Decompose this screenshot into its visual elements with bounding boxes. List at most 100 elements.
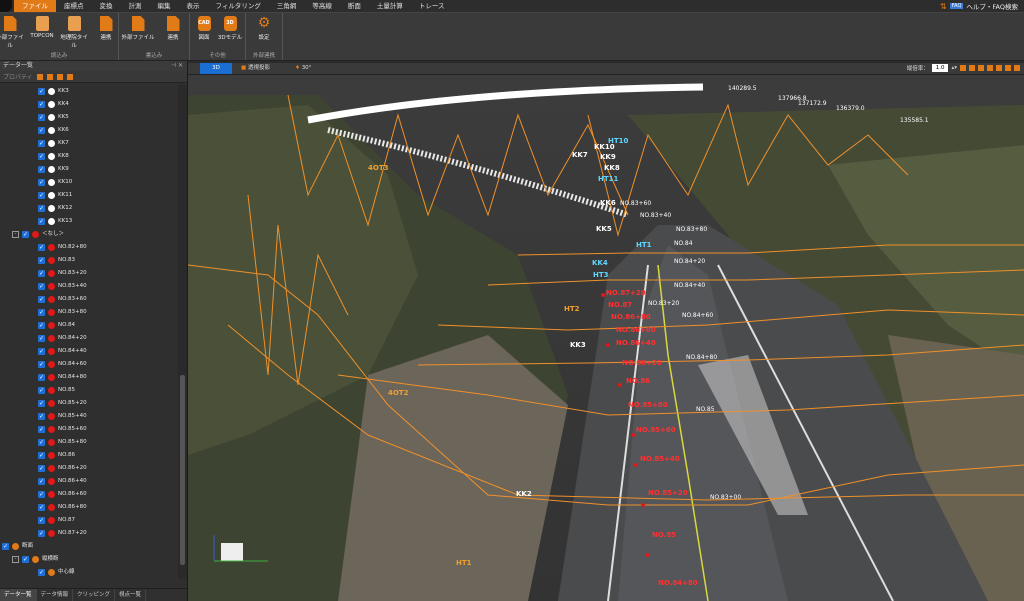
export-link-button[interactable]: 連携 — [159, 16, 187, 41]
tree-item-station[interactable]: ✓ NO.86+20 — [0, 462, 178, 475]
tree-item-station[interactable]: ✓ NO.84+60 — [0, 358, 178, 371]
tool-icon[interactable] — [56, 73, 63, 80]
view-tool-icon[interactable] — [960, 65, 966, 71]
tree-item-station[interactable]: ✓ NO.85+60 — [0, 423, 178, 436]
tree-item-kk[interactable]: ✓ KK12 — [0, 202, 178, 215]
tree-item-kk[interactable]: ✓ KK6 — [0, 124, 178, 137]
tree-item-station[interactable]: ✓ NO.87 — [0, 514, 178, 527]
tree-item-kk[interactable]: ✓ KK5 — [0, 111, 178, 124]
visibility-checkbox[interactable]: ✓ — [38, 530, 45, 537]
visibility-checkbox[interactable]: ✓ — [38, 400, 45, 407]
scrollbar-thumb[interactable] — [180, 375, 185, 565]
tree-item-kk[interactable]: ✓ KK11 — [0, 189, 178, 202]
visibility-checkbox[interactable]: ✓ — [38, 257, 45, 264]
tree-group-none[interactable]: - ✓ ＜なし＞ — [0, 228, 178, 241]
tool-icon[interactable] — [36, 73, 43, 80]
vertical-scale-input[interactable]: 1.0 — [931, 64, 949, 72]
tree-item-station[interactable]: ✓ NO.86+40 — [0, 475, 178, 488]
view-angle[interactable]: ♦ 30° — [290, 63, 316, 74]
visibility-checkbox[interactable]: ✓ — [38, 504, 45, 511]
tab-data-list[interactable]: データ一覧 — [0, 589, 37, 601]
visibility-checkbox[interactable]: ✓ — [38, 192, 45, 199]
visibility-checkbox[interactable]: ✓ — [38, 478, 45, 485]
menu-triangulation[interactable]: 三角網 — [269, 0, 305, 12]
tree-item-station[interactable]: ✓ NO.83+20 — [0, 267, 178, 280]
visibility-checkbox[interactable]: ✓ — [38, 452, 45, 459]
tool-icon[interactable] — [46, 73, 53, 80]
menu-coordinates[interactable]: 座標点 — [56, 0, 92, 12]
menu-trace[interactable]: トレース — [411, 0, 453, 12]
spinner-icon[interactable]: ▴▾ — [951, 65, 957, 71]
view-tool-icon[interactable] — [978, 65, 984, 71]
tree-item-kk[interactable]: ✓ KK8 — [0, 150, 178, 163]
visibility-checkbox[interactable]: ✓ — [38, 179, 45, 186]
help-search-link[interactable]: ヘルプ・FAQ検索 — [966, 1, 1018, 11]
visibility-checkbox[interactable]: ✓ — [38, 88, 45, 95]
view-tool-icon[interactable] — [1014, 65, 1020, 71]
menu-edit[interactable]: 編集 — [150, 0, 179, 12]
tab-viewpoints[interactable]: 視点一覧 — [115, 589, 147, 601]
projection-toggle[interactable]: ■ 透視投影 — [236, 63, 275, 74]
settings-button[interactable]: ⚙ 設定 — [250, 16, 278, 42]
tree-item-kk[interactable]: ✓ KK9 — [0, 163, 178, 176]
view-tool-icon[interactable] — [987, 65, 993, 71]
visibility-checkbox[interactable]: ✓ — [38, 517, 45, 524]
menu-section[interactable]: 断面 — [340, 0, 369, 12]
expand-toggle-icon[interactable]: - — [12, 231, 19, 238]
tab-clipping[interactable]: クリッピング — [73, 589, 116, 601]
tree-item-station[interactable]: ✓ NO.84+80 — [0, 371, 178, 384]
tree-group-section[interactable]: -✓断面 — [0, 540, 178, 553]
expand-toggle-icon[interactable]: - — [12, 556, 19, 563]
visibility-checkbox[interactable]: ✓ — [38, 244, 45, 251]
visibility-checkbox[interactable]: ✓ — [38, 166, 45, 173]
tree-item-kk[interactable]: ✓ KK13 — [0, 215, 178, 228]
tree-item-kk[interactable]: ✓ KK4 — [0, 98, 178, 111]
visibility-checkbox[interactable]: ✓ — [38, 439, 45, 446]
visibility-checkbox[interactable]: ✓ — [38, 140, 45, 147]
view-tool-icon[interactable] — [1005, 65, 1011, 71]
tree-item-station[interactable]: ✓ NO.85 — [0, 384, 178, 397]
tree-item-station[interactable]: ✓ NO.82+80 — [0, 241, 178, 254]
tree-item-station[interactable]: ✓ NO.84+40 — [0, 345, 178, 358]
tree-item-station[interactable]: ✓ NO.84+20 — [0, 332, 178, 345]
visibility-checkbox[interactable]: ✓ — [22, 556, 29, 563]
visibility-checkbox[interactable]: ✓ — [38, 205, 45, 212]
tree-item-station[interactable]: ✓ NO.87+20 — [0, 527, 178, 540]
tree-item-centerline[interactable]: ✓ 中心線 — [0, 566, 178, 579]
cad-drawing-button[interactable]: CAD 図面 — [190, 16, 218, 41]
properties-label[interactable]: プロパティ — [3, 72, 33, 81]
import-file-button[interactable]: 外部ファイル — [0, 16, 24, 49]
tree-item-kk[interactable]: ✓ KK7 — [0, 137, 178, 150]
visibility-checkbox[interactable]: ✓ — [38, 465, 45, 472]
visibility-checkbox[interactable]: ✓ — [38, 491, 45, 498]
tree-item-station[interactable]: ✓ NO.86+60 — [0, 488, 178, 501]
tab-data-info[interactable]: データ情報 — [37, 589, 74, 601]
visibility-checkbox[interactable]: ✓ — [38, 270, 45, 277]
tree-item-station[interactable]: ✓ NO.85+40 — [0, 410, 178, 423]
visibility-checkbox[interactable]: ✓ — [38, 361, 45, 368]
tree-item-station[interactable]: ✓ NO.83+60 — [0, 293, 178, 306]
tree-item-station[interactable]: ✓ NO.83 — [0, 254, 178, 267]
pin-icon[interactable]: ⊣ ✕ — [171, 61, 183, 71]
visibility-checkbox[interactable]: ✓ — [38, 569, 45, 576]
tree-item-station[interactable]: ✓ NO.86 — [0, 449, 178, 462]
menu-filtering[interactable]: フィルタリング — [208, 0, 269, 12]
tab-3d[interactable]: 3D — [200, 63, 232, 74]
view-tool-icon[interactable] — [996, 65, 1002, 71]
3d-viewport[interactable]: 140289.5 137966.8 137172.9 136379.0 1355… — [188, 75, 1024, 601]
tree-group-profile[interactable]: - ✓ 縦横断 — [0, 553, 178, 566]
visibility-checkbox[interactable]: ✓ — [38, 309, 45, 316]
tree-item-station[interactable]: ✓ NO.86+80 — [0, 501, 178, 514]
visibility-checkbox[interactable]: ✓ — [38, 127, 45, 134]
visibility-checkbox[interactable]: ✓ — [38, 153, 45, 160]
menu-volume[interactable]: 土量計算 — [369, 0, 411, 12]
tree-item-station[interactable]: ✓ NO.83+80 — [0, 306, 178, 319]
visibility-checkbox[interactable]: ✓ — [38, 114, 45, 121]
tree-item-station[interactable]: ✓ NO.85+20 — [0, 397, 178, 410]
visibility-checkbox[interactable]: ✓ — [38, 218, 45, 225]
3d-model-button[interactable]: 3D 3Dモデル — [216, 16, 244, 41]
tool-icon[interactable] — [66, 73, 73, 80]
tree-item-station[interactable]: ✓ NO.84 — [0, 319, 178, 332]
sort-arrows-icon[interactable]: ⇅ — [940, 2, 947, 11]
export-file-button[interactable]: 外部ファイル — [121, 16, 155, 41]
